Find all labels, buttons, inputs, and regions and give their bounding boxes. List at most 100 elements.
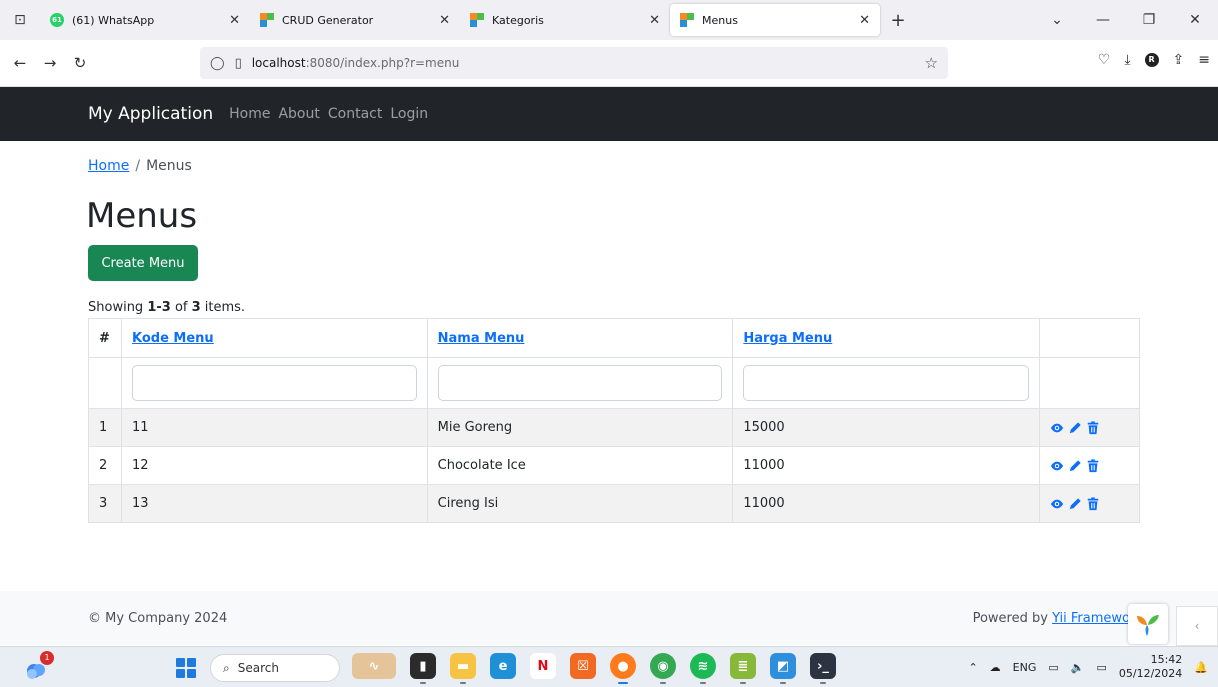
breadcrumb-current: Menus (146, 158, 192, 174)
tab-kategoris[interactable]: Kategoris ✕ (460, 4, 670, 36)
footer-powered-by: Powered by Yii Framewo (973, 611, 1130, 626)
forward-icon[interactable]: → (38, 54, 62, 72)
search-icon: ⌕ (223, 660, 230, 675)
pencil-icon[interactable] (1068, 497, 1082, 511)
table-row: 1 11 Mie Goreng 15000 (88, 408, 1141, 447)
minimize-icon[interactable]: — (1080, 12, 1126, 28)
back-icon[interactable]: ← (8, 54, 32, 72)
new-tab-button[interactable]: + (880, 2, 916, 38)
summary-prefix: Showing (88, 300, 148, 315)
whatsapp-icon: 61 (50, 13, 64, 27)
close-icon[interactable]: ✕ (229, 13, 240, 28)
eye-icon[interactable] (1050, 421, 1064, 435)
summary-range: 1-3 (147, 300, 171, 315)
tab-menus[interactable]: Menus ✕ (670, 4, 880, 36)
notepad-icon[interactable]: ≣ (730, 653, 756, 684)
menu-icon[interactable]: ≡ (1198, 52, 1210, 68)
app-navbar: My Application Home About Contact Login (0, 87, 1218, 141)
brand-link[interactable]: My Application (88, 104, 213, 124)
nav-login[interactable]: Login (390, 106, 428, 122)
task-view-icon[interactable]: ▮ (410, 653, 436, 684)
filter-harga-menu-input[interactable] (743, 365, 1029, 401)
taskbar-search-input[interactable]: ⌕ Search (210, 654, 340, 682)
clock-time: 15:42 (1150, 653, 1183, 666)
yii-logo-graphic (1137, 615, 1159, 636)
close-icon[interactable]: ✕ (439, 13, 450, 28)
sort-kode-menu-link[interactable]: Kode Menu (132, 331, 214, 346)
file-explorer-icon[interactable]: ▬ (450, 653, 476, 684)
filter-cell-actions (1038, 357, 1141, 409)
close-icon[interactable]: ✕ (649, 13, 660, 28)
browser-tab-strip: ⊡ 61 (61) WhatsApp ✕ CRUD Generator ✕ Ka… (0, 0, 1218, 40)
yii-icon (470, 13, 484, 27)
taskbar-apps: ∿ ▮ ▬ e N ☒ ● ◉ ≋ ≣ ◩ ›_ (352, 653, 836, 684)
create-menu-button[interactable]: Create Menu (88, 245, 198, 281)
bell-icon[interactable]: 🔔 (1194, 661, 1208, 674)
pencil-icon[interactable] (1068, 421, 1082, 435)
photos-icon[interactable]: ◩ (770, 653, 796, 684)
yii-icon (680, 13, 694, 27)
nav-contact[interactable]: Contact (328, 106, 382, 122)
close-icon[interactable]: ✕ (859, 13, 870, 28)
address-bar[interactable]: ◯ ▯ localhost:8080/index.php?r=menu ☆ (200, 47, 948, 79)
summary-mid: of (170, 300, 192, 315)
cell-harga-menu: 11000 (732, 446, 1040, 485)
cell-actions (1038, 446, 1141, 485)
tab-whatsapp[interactable]: 61 (61) WhatsApp ✕ (40, 4, 250, 36)
trash-icon[interactable] (1086, 420, 1100, 435)
terminal-icon[interactable]: ›_ (810, 653, 836, 684)
firefox-icon[interactable]: ● (610, 653, 636, 684)
restore-icon[interactable]: ❐ (1126, 12, 1172, 28)
battery-icon[interactable]: ▭ (1096, 661, 1106, 674)
url-host: localhost (251, 56, 306, 70)
xampp-icon[interactable]: ☒ (570, 653, 596, 679)
table-row: 2 12 Chocolate Ice 11000 (88, 446, 1141, 485)
network-icon[interactable]: ▭ (1048, 661, 1058, 674)
cell-nama-menu: Chocolate Ice (426, 446, 734, 485)
tab-title: Menus (702, 13, 738, 27)
trash-icon[interactable] (1086, 458, 1100, 473)
share-icon[interactable]: ⇪ (1173, 52, 1185, 68)
clock[interactable]: 15:42 05/12/2024 (1119, 653, 1182, 681)
spotify-icon[interactable]: ≋ (690, 653, 716, 684)
column-header-nama-menu: Nama Menu (426, 318, 734, 358)
netflix-icon[interactable]: N (530, 653, 556, 679)
cloud-icon[interactable]: ☁ (990, 661, 1001, 674)
sort-harga-menu-link[interactable]: Harga Menu (743, 331, 832, 346)
debug-toolbar-toggle[interactable]: ‹ (1176, 606, 1218, 646)
chevron-up-icon[interactable]: ⌃ (968, 661, 977, 674)
row-number: 3 (88, 484, 122, 523)
trash-icon[interactable] (1086, 496, 1100, 511)
volume-icon[interactable]: 🔈 (1071, 661, 1085, 674)
chrome-icon[interactable]: ◉ (650, 653, 676, 684)
pencil-icon[interactable] (1068, 459, 1082, 473)
cell-actions (1038, 408, 1141, 447)
eye-icon[interactable] (1050, 459, 1064, 473)
nav-home[interactable]: Home (229, 106, 270, 122)
bookmark-star-icon[interactable]: ☆ (925, 54, 938, 72)
tab-crud-generator[interactable]: CRUD Generator ✕ (250, 4, 460, 36)
reload-icon[interactable]: ↻ (68, 54, 92, 72)
page-footer: © My Company 2024 Powered by Yii Framewo (0, 591, 1218, 645)
edge-browser-icon[interactable]: e (490, 653, 516, 679)
profile-avatar[interactable]: R (1144, 53, 1159, 67)
shield-icon[interactable]: ◯ (210, 56, 225, 71)
download-icon[interactable]: ⤓ (1124, 52, 1130, 68)
sort-nama-menu-link[interactable]: Nama Menu (438, 331, 525, 346)
yii-debug-logo-icon[interactable] (1128, 604, 1168, 644)
window-close-icon[interactable]: ✕ (1172, 12, 1218, 28)
list-all-tabs-icon[interactable]: ⌄ (1034, 12, 1080, 28)
filter-nama-menu-input[interactable] (437, 365, 723, 401)
graph-widget-icon[interactable]: ∿ (352, 653, 396, 679)
nav-about[interactable]: About (278, 106, 319, 122)
pocket-icon[interactable]: ♡ (1098, 52, 1111, 68)
breadcrumb-home-link[interactable]: Home (88, 158, 129, 174)
eye-icon[interactable] (1050, 497, 1064, 511)
cell-harga-menu: 11000 (732, 484, 1040, 523)
yii-framework-link[interactable]: Yii Framewo (1052, 611, 1130, 626)
language-indicator[interactable]: ENG (1013, 661, 1037, 674)
tab-overview-icon[interactable]: ⊡ (0, 0, 40, 40)
footer-copyright: © My Company 2024 (88, 611, 228, 626)
windows-start-icon[interactable] (176, 658, 196, 678)
filter-kode-menu-input[interactable] (131, 365, 417, 401)
